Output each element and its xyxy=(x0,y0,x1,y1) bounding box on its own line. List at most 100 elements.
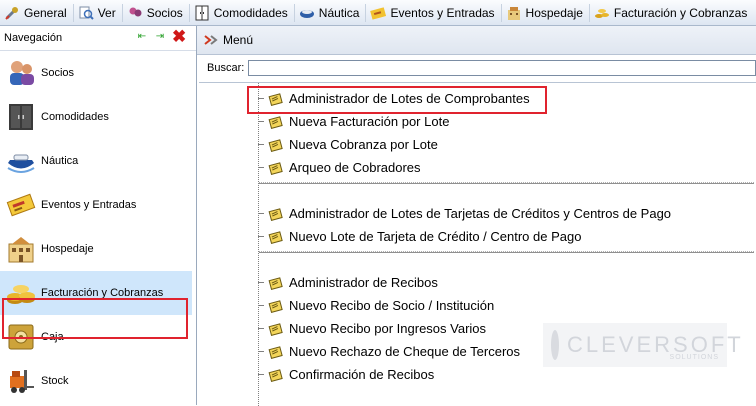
tree-branch-line xyxy=(258,282,264,283)
menu-facturacion-label: Facturación y Cobranzas xyxy=(613,5,748,20)
document-icon xyxy=(268,138,283,152)
navigation-header: Navegación ⇤ ⇥ ✖ xyxy=(0,26,196,51)
tree-branch-line xyxy=(258,121,264,122)
tree-branch-line xyxy=(258,213,264,214)
navigation-panel: Navegación ⇤ ⇥ ✖ Socios Comodidades Náut… xyxy=(0,26,197,405)
menu-tree-item[interactable]: Arqueo de Cobradores xyxy=(258,156,421,179)
document-icon xyxy=(268,276,283,290)
document-icon xyxy=(268,299,283,313)
menu-ver[interactable]: Ver xyxy=(74,0,122,25)
nav-item-label: Socios xyxy=(41,67,75,79)
document-icon xyxy=(268,161,283,175)
document-icon xyxy=(268,230,283,244)
search-label: Buscar: xyxy=(207,62,245,74)
close-icon[interactable]: ✖ xyxy=(172,28,186,45)
nav-item-eventos[interactable]: Eventos y Entradas xyxy=(0,183,196,227)
main-panel: Menú Buscar: Administrador de Lotes de C… xyxy=(197,26,756,406)
menu-tree-item-label: Administrador de Lotes de Tarjetas de Cr… xyxy=(289,206,672,221)
menu-hospedaje[interactable]: Hospedaje xyxy=(502,0,589,25)
menu-tree-item-label: Arqueo de Cobradores xyxy=(289,160,421,175)
menu-nautica-label: Náutica xyxy=(318,5,360,20)
menu-tree-item[interactable]: Administrador de Recibos xyxy=(258,271,438,294)
menu-tree-item[interactable]: Nuevo Recibo de Socio / Institución xyxy=(258,294,494,317)
menu-header: Menú xyxy=(197,26,756,55)
menu-hospedaje-label: Hospedaje xyxy=(525,5,583,20)
menubar: General Ver Socios Comodidades Náutica E… xyxy=(0,0,756,26)
menu-tree-item-label: Confirmación de Recibos xyxy=(289,367,435,382)
menu-tree-item[interactable]: Confirmación de Recibos xyxy=(258,363,434,386)
menu-tree-item-label: Nuevo Recibo de Socio / Institución xyxy=(289,298,495,313)
menu-general[interactable]: General xyxy=(0,0,73,25)
menu-tree-item-label: Nueva Facturación por Lote xyxy=(289,114,450,129)
menu-tree-item[interactable]: Nuevo Recibo por Ingresos Varios xyxy=(258,317,486,340)
group-separator xyxy=(259,182,754,184)
menu-tree-item-label: Administrador de Recibos xyxy=(289,275,438,290)
menu-eventos[interactable]: Eventos y Entradas xyxy=(366,0,500,25)
nav-item-stock[interactable]: Stock xyxy=(0,359,196,403)
navigation-list: Socios Comodidades Náutica Eventos y Ent… xyxy=(0,51,196,403)
menu-nautica[interactable]: Náutica xyxy=(295,0,366,25)
menu-general-label: General xyxy=(24,5,67,20)
cleversoft-logo-mark xyxy=(551,330,559,360)
collapse-right-icon[interactable]: ⇥ xyxy=(154,30,166,44)
menu-comodidades[interactable]: Comodidades xyxy=(190,0,294,25)
members-icon xyxy=(129,7,142,16)
boat-icon xyxy=(7,154,35,173)
nav-item-socios[interactable]: Socios xyxy=(0,51,196,95)
menu-icon xyxy=(204,35,218,45)
document-icon xyxy=(268,322,283,336)
menu-tree-item[interactable]: Nueva Facturación por Lote xyxy=(258,110,449,133)
boat-icon xyxy=(299,9,314,18)
nav-item-label: Eventos y Entradas xyxy=(41,199,137,211)
nav-item-hospedaje[interactable]: Hospedaje xyxy=(0,227,196,271)
coins-icon xyxy=(594,8,609,18)
document-icon xyxy=(268,207,283,221)
menu-socios[interactable]: Socios xyxy=(123,0,189,25)
tree-branch-line xyxy=(258,351,264,352)
nav-item-nautica[interactable]: Náutica xyxy=(0,139,196,183)
menu-tree-item-label: Nuevo Recibo por Ingresos Varios xyxy=(289,321,487,336)
tree-branch-line xyxy=(258,374,264,375)
document-icon xyxy=(268,368,283,382)
collapse-left-icon[interactable]: ⇤ xyxy=(136,30,148,44)
forklift-icon xyxy=(10,370,34,393)
menu-title: Menú xyxy=(223,33,254,47)
menu-tree-item-label: Nuevo Lote de Tarjeta de Crédito / Centr… xyxy=(289,229,582,244)
selected-item-highlight xyxy=(2,298,188,339)
logo-tagline: SOLUTIONS xyxy=(669,354,719,361)
nav-item-label: Hospedaje xyxy=(41,243,94,255)
search-row: Buscar: xyxy=(197,55,756,81)
wrench-icon xyxy=(5,6,18,20)
cleversoft-logo: CLEVERSOFT SOLUTIONS xyxy=(543,323,741,367)
menu-tree-item-label: Nueva Cobranza por Lote xyxy=(289,137,438,152)
menu-tree: Administrador de Lotes de Comprobantes Nu… xyxy=(199,82,756,406)
menu-ver-label: Ver xyxy=(97,5,116,20)
nav-item-label: Náutica xyxy=(41,155,79,167)
navigation-title: Navegación xyxy=(4,32,63,44)
menu-eventos-label: Eventos y Entradas xyxy=(390,5,495,20)
wardrobe-icon xyxy=(9,104,33,130)
tree-branch-line xyxy=(258,236,264,237)
tree-branch-line xyxy=(258,328,264,329)
menu-socios-label: Socios xyxy=(146,5,183,20)
wardrobe-icon xyxy=(195,5,209,20)
menu-tree-item-label: Nuevo Rechazo de Cheque de Terceros xyxy=(289,344,521,359)
menu-comodidades-label: Comodidades xyxy=(213,5,288,20)
ticket-icon xyxy=(370,6,387,20)
hotel-icon xyxy=(507,6,520,20)
menu-tree-item[interactable]: Nueva Cobranza por Lote xyxy=(258,133,438,156)
hotel-icon xyxy=(8,237,34,263)
menu-facturacion[interactable]: Facturación y Cobranzas xyxy=(590,0,753,25)
menu-tree-item[interactable]: Nuevo Rechazo de Cheque de Terceros xyxy=(258,340,520,363)
menu-tree-item[interactable]: Administrador de Lotes de Tarjetas de Cr… xyxy=(258,202,671,225)
ticket-icon xyxy=(6,193,36,217)
tree-branch-line xyxy=(258,144,264,145)
search-input[interactable] xyxy=(248,60,756,76)
tree-branch-line xyxy=(258,167,264,168)
nav-item-label: Stock xyxy=(41,375,69,387)
members-icon xyxy=(10,61,34,85)
nav-item-comodidades[interactable]: Comodidades xyxy=(0,95,196,139)
magnifier-icon xyxy=(79,6,94,20)
tree-branch-line xyxy=(258,305,264,306)
menu-tree-item[interactable]: Nuevo Lote de Tarjeta de Crédito / Centr… xyxy=(258,225,581,248)
